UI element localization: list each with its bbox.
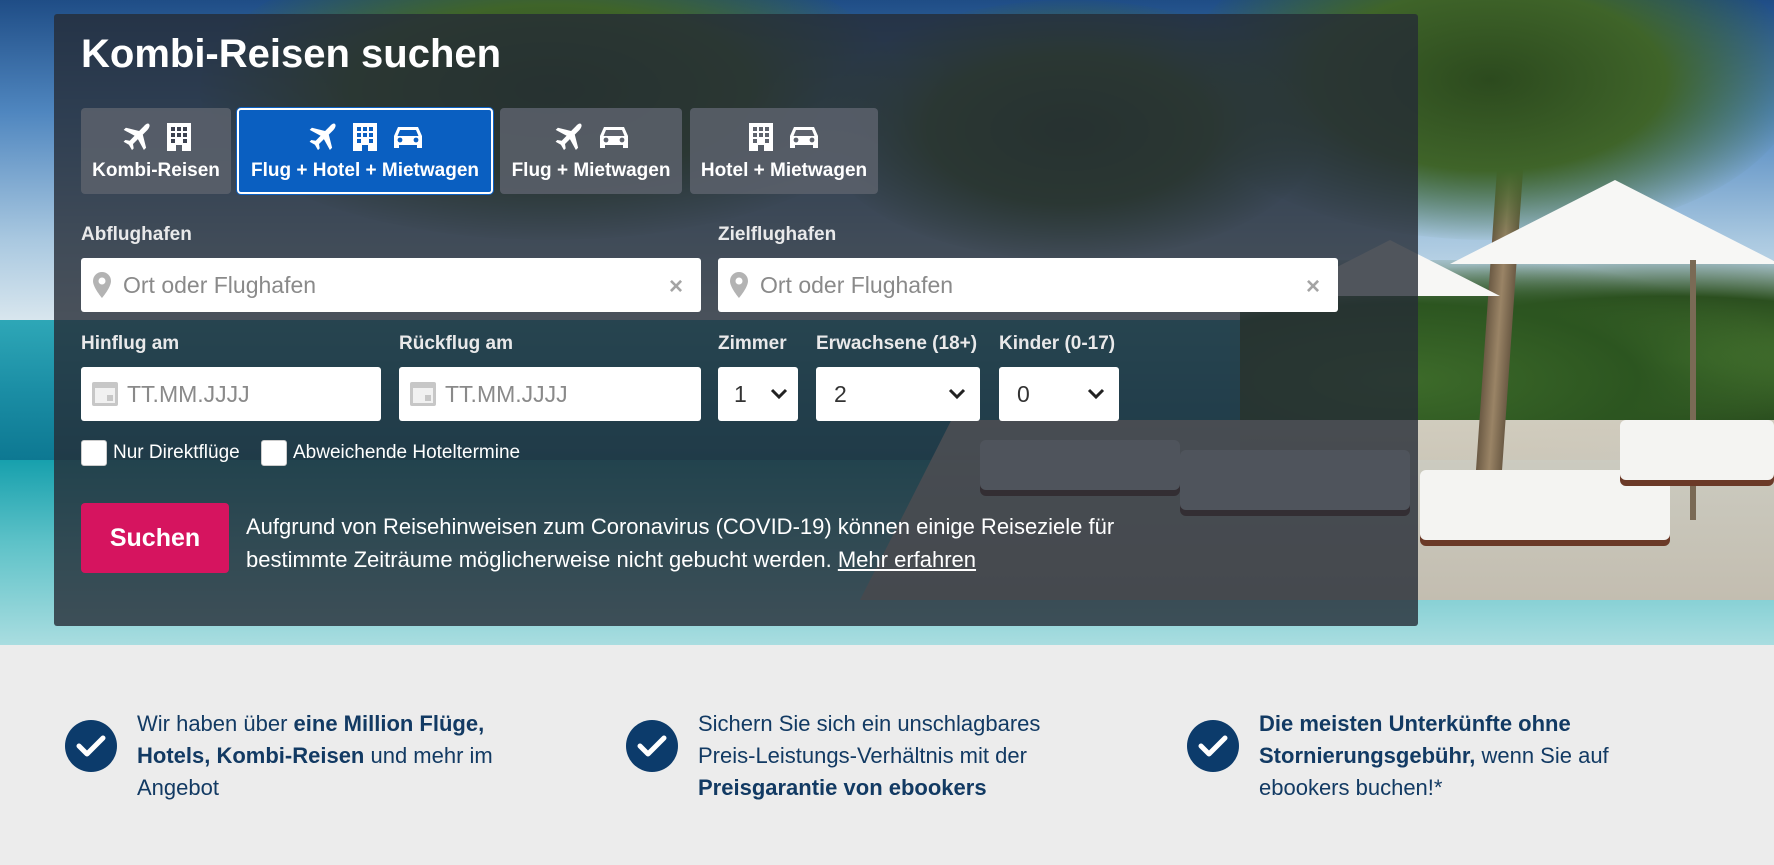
chevron-down-icon bbox=[948, 388, 966, 400]
hero-umbrella-pole bbox=[1690, 260, 1696, 520]
tab-label: Hotel + Mietwagen bbox=[700, 160, 868, 181]
check-icon bbox=[65, 720, 117, 772]
calendar-icon bbox=[92, 382, 118, 406]
car-icon bbox=[790, 127, 818, 148]
covid-notice-text: Aufgrund von Reisehinweisen zum Coronavi… bbox=[246, 514, 1115, 572]
adults-value: 2 bbox=[834, 380, 847, 407]
map-pin-icon bbox=[730, 272, 748, 298]
usp-item: Wir haben über eine Million Flüge, Hotel… bbox=[65, 708, 537, 804]
usp-text: Wir haben über eine Million Flüge, Hotel… bbox=[137, 708, 537, 804]
usp-text-part: Wir haben über bbox=[137, 711, 294, 736]
return-date-placeholder: TT.MM.JJJJ bbox=[445, 380, 568, 407]
car-icon bbox=[600, 127, 628, 148]
clear-origin-icon[interactable]: × bbox=[669, 273, 683, 301]
hotel-icon bbox=[353, 123, 377, 151]
origin-input[interactable]: Ort oder Flughafen × bbox=[81, 258, 701, 312]
tab-hotel-mietwagen[interactable]: Hotel + Mietwagen bbox=[690, 108, 878, 194]
depart-date-placeholder: TT.MM.JJJJ bbox=[127, 380, 250, 407]
tab-kombi-reisen[interactable]: Kombi-Reisen bbox=[81, 108, 231, 194]
usp-band: Wir haben über eine Million Flüge, Hotel… bbox=[0, 645, 1774, 865]
children-value: 0 bbox=[1017, 380, 1030, 407]
usp-text: Die meisten Unterkünfte ohne Stornierung… bbox=[1259, 708, 1659, 804]
chevron-down-icon bbox=[770, 388, 788, 400]
return-date-input[interactable]: TT.MM.JJJJ bbox=[399, 367, 701, 421]
children-label: Kinder (0-17) bbox=[999, 333, 1116, 354]
calendar-icon bbox=[410, 382, 436, 406]
rooms-select[interactable]: 1 bbox=[718, 367, 798, 421]
plane-icon bbox=[555, 123, 582, 151]
plane-icon bbox=[309, 123, 336, 151]
destination-label: Zielflughafen bbox=[718, 224, 837, 245]
children-select[interactable]: 0 bbox=[999, 367, 1119, 421]
map-pin-icon bbox=[93, 272, 111, 298]
chevron-down-icon bbox=[1087, 388, 1105, 400]
hotel-icon bbox=[749, 123, 773, 151]
depart-date-input[interactable]: TT.MM.JJJJ bbox=[81, 367, 381, 421]
check-icon bbox=[626, 720, 678, 772]
depart-date-label: Hinflug am bbox=[81, 333, 180, 354]
different-hotel-dates-label: Abweichende Hoteltermine bbox=[293, 442, 521, 463]
learn-more-link[interactable]: Mehr erfahren bbox=[838, 547, 976, 572]
plane-icon bbox=[123, 123, 150, 151]
usp-text: Sichern Sie sich ein unschlagbares Preis… bbox=[698, 708, 1098, 804]
direct-flights-option[interactable]: Nur Direktflüge bbox=[81, 440, 240, 466]
hotel-icon bbox=[167, 123, 191, 151]
car-icon bbox=[394, 127, 422, 148]
direct-flights-checkbox[interactable] bbox=[81, 440, 107, 466]
direct-flights-label: Nur Direktflüge bbox=[113, 442, 240, 463]
rooms-value: 1 bbox=[734, 380, 747, 407]
search-button[interactable]: Suchen bbox=[81, 503, 229, 573]
usp-text-part: Sichern Sie sich ein unschlagbares Preis… bbox=[698, 711, 1041, 768]
different-hotel-dates-checkbox[interactable] bbox=[261, 440, 287, 466]
hero-lounger bbox=[1420, 470, 1670, 540]
check-icon bbox=[1187, 720, 1239, 772]
return-date-label: Rückflug am bbox=[399, 333, 514, 354]
origin-placeholder: Ort oder Flughafen bbox=[123, 271, 317, 298]
usp-item: Die meisten Unterkünfte ohne Stornierung… bbox=[1187, 708, 1659, 804]
tab-label: Flug + Mietwagen bbox=[511, 160, 671, 181]
clear-destination-icon[interactable]: × bbox=[1306, 273, 1320, 301]
destination-placeholder: Ort oder Flughafen bbox=[760, 271, 954, 298]
destination-input[interactable]: Ort oder Flughafen × bbox=[718, 258, 1338, 312]
tab-flug-mietwagen[interactable]: Flug + Mietwagen bbox=[500, 108, 682, 194]
page-title: Kombi-Reisen suchen bbox=[81, 32, 502, 76]
different-hotel-dates-option[interactable]: Abweichende Hoteltermine bbox=[261, 440, 520, 466]
tab-flug-hotel-mietwagen[interactable]: Flug + Hotel + Mietwagen bbox=[237, 108, 493, 194]
origin-label: Abflughafen bbox=[81, 224, 192, 245]
search-panel: Kombi-Reisen suchen Kombi-Reisen Flug + … bbox=[54, 14, 1418, 626]
rooms-label: Zimmer bbox=[718, 333, 787, 354]
usp-item: Sichern Sie sich ein unschlagbares Preis… bbox=[626, 708, 1098, 804]
adults-label: Erwachsene (18+) bbox=[816, 333, 978, 354]
usp-text-bold: Preisgarantie von ebookers bbox=[698, 775, 987, 800]
tab-label: Flug + Hotel + Mietwagen bbox=[250, 160, 480, 181]
hero-lounger bbox=[1620, 420, 1774, 480]
adults-select[interactable]: 2 bbox=[816, 367, 980, 421]
covid-notice: Aufgrund von Reisehinweisen zum Coronavi… bbox=[246, 510, 1126, 576]
tab-label: Kombi-Reisen bbox=[92, 160, 220, 181]
